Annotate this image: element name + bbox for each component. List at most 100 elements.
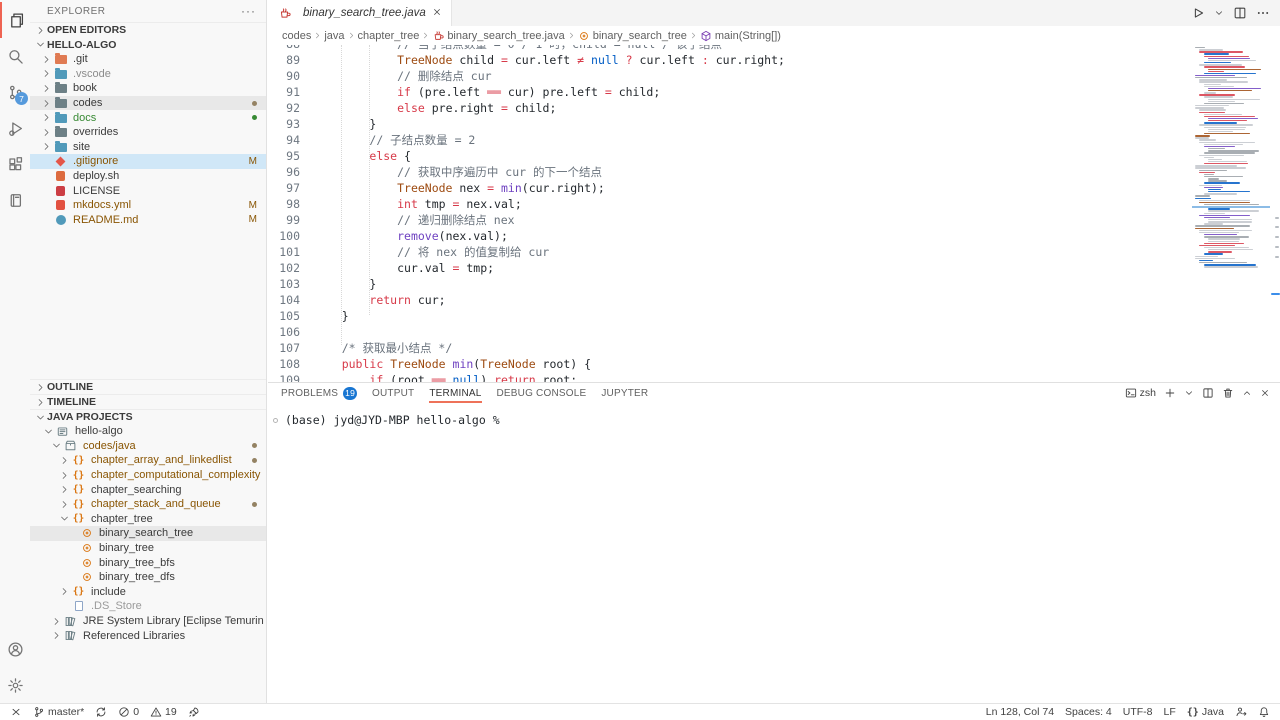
code-editor[interactable]: 88 // 当子结点数量 = 0 / 1 时，child = null / 该子… — [268, 45, 1280, 382]
split-terminal-button[interactable] — [1202, 387, 1214, 399]
panel-tab-problems[interactable]: PROBLEMS19 — [281, 383, 357, 403]
java-item-binary_tree_dfs[interactable]: binary_tree_dfs — [30, 570, 266, 585]
item-label: deploy.sh — [73, 170, 119, 182]
code-text: remove(nex.val); — [314, 228, 508, 244]
explorer-item-.gitignore[interactable]: .gitignoreM — [30, 154, 266, 169]
vscode-window: 7 EXPLORER ··· OPEN EDITORS HELLO-ALGO .… — [0, 0, 1280, 720]
breadcrumb-label: binary_search_tree.java — [447, 30, 564, 42]
code-line: 100 remove(nex.val); — [268, 228, 1180, 244]
tab-label: binary_search_tree.java — [303, 7, 426, 19]
terminal[interactable]: (base) jyd@JYD-MBP hello-algo % — [273, 413, 1280, 427]
java-item-chapter_array_and_linkedlist[interactable]: {}chapter_array_and_linkedlist — [30, 453, 266, 468]
java-item-codesjava[interactable]: codes/java — [30, 439, 266, 454]
encoding[interactable]: UTF-8 — [1123, 706, 1153, 718]
git-branch[interactable]: master* — [33, 706, 84, 718]
kill-terminal-button[interactable] — [1222, 387, 1234, 399]
breadcrumb-item-mainString[interactable]: main(String[]) — [700, 30, 781, 42]
java-launch[interactable] — [188, 706, 200, 718]
explorer-item-.git[interactable]: .git — [30, 52, 266, 67]
folder-icon — [53, 54, 68, 64]
warning-count[interactable]: 19 — [150, 706, 177, 718]
minimap-line — [1204, 127, 1247, 128]
panel-tab-debug-console[interactable]: DEBUG CONSOLE — [497, 383, 587, 403]
section-java-projects[interactable]: JAVA PROJECTS — [30, 409, 266, 424]
code-line: 105 } — [268, 308, 1180, 324]
chevron-down-icon[interactable] — [1214, 8, 1224, 18]
breadcrumb-label: codes — [282, 30, 311, 42]
activity-settings[interactable] — [0, 667, 30, 703]
notifications[interactable] — [1258, 706, 1270, 718]
java-item-chapter_tree[interactable]: {}chapter_tree — [30, 512, 266, 527]
indentation[interactable]: Spaces: 4 — [1065, 706, 1112, 718]
java-item-binary_tree_bfs[interactable]: binary_tree_bfs — [30, 555, 266, 570]
folder-icon — [53, 98, 68, 108]
breadcrumb-item-chapter_tree[interactable]: chapter_tree — [358, 30, 420, 42]
explorer-item-site[interactable]: site — [30, 140, 266, 155]
section-open-editors[interactable]: OPEN EDITORS — [30, 22, 266, 37]
explorer-item-codes[interactable]: codes — [30, 96, 266, 111]
minimap-line — [1199, 245, 1235, 246]
explorer-item-.vscode[interactable]: .vscode — [30, 67, 266, 82]
terminal-profile[interactable]: zsh — [1125, 387, 1156, 399]
breadcrumb-item-codes[interactable]: codes — [282, 30, 311, 42]
error-count[interactable]: 0 — [118, 706, 139, 718]
panel-tab-terminal[interactable]: TERMINAL — [429, 383, 481, 403]
more-actions-icon[interactable]: ··· — [241, 4, 256, 18]
open-editors-label: OPEN EDITORS — [47, 24, 126, 36]
activity-notebook[interactable] — [0, 182, 30, 218]
minimap[interactable] — [1192, 45, 1270, 382]
ellipsis-icon[interactable] — [1256, 6, 1270, 20]
eol[interactable]: LF — [1164, 706, 1176, 718]
explorer-item-docs[interactable]: docs — [30, 110, 266, 125]
panel-tab-output[interactable]: OUTPUT — [372, 383, 414, 403]
close-icon[interactable] — [432, 7, 442, 20]
activity-source-control[interactable]: 7 — [0, 74, 30, 110]
explorer-item-overrides[interactable]: overrides — [30, 125, 266, 140]
item-label: include — [91, 586, 126, 598]
java-item-JRESystemLibraryEclipseTemurin1717[interactable]: JRE System Library [Eclipse Temurin 17 [… — [30, 614, 266, 629]
activity-search[interactable] — [0, 38, 30, 74]
java-item-DS_Store[interactable]: .DS_Store — [30, 599, 266, 614]
language-mode[interactable]: {}Java — [1187, 706, 1224, 718]
section-root-folder[interactable]: HELLO-ALGO — [30, 37, 266, 52]
new-terminal-button[interactable] — [1164, 387, 1176, 399]
minimap-line — [1195, 256, 1218, 257]
cursor-position[interactable]: Ln 128, Col 74 — [986, 706, 1054, 718]
java-item-ReferencedLibraries[interactable]: Referenced Libraries — [30, 628, 266, 643]
close-panel-button[interactable] — [1260, 388, 1270, 398]
panel-tab-jupyter[interactable]: JUPYTER — [601, 383, 648, 403]
section-outline[interactable]: OUTLINE — [30, 379, 266, 394]
split-icon[interactable] — [1233, 6, 1247, 20]
breadcrumb-item-binary_search_tree[interactable]: binary_search_tree — [578, 30, 687, 42]
feedback[interactable] — [1235, 706, 1247, 718]
explorer-item-README.md[interactable]: README.mdM — [30, 213, 266, 228]
breadcrumb-item-java[interactable]: java — [324, 30, 344, 42]
breadcrumb-item-binary_search_tree.java[interactable]: binary_search_tree.java — [432, 30, 564, 42]
java-item-chapter_computational_complexity[interactable]: {}chapter_computational_complexity — [30, 468, 266, 483]
sync-changes[interactable] — [95, 706, 107, 718]
explorer-item-deploy.sh[interactable]: deploy.sh — [30, 169, 266, 184]
maximize-panel-button[interactable] — [1242, 388, 1252, 398]
line-number: 92 — [268, 100, 314, 116]
launch-profile-dropdown[interactable] — [1184, 388, 1194, 398]
section-timeline[interactable]: TIMELINE — [30, 394, 266, 409]
play-icon[interactable] — [1191, 6, 1205, 20]
explorer-item-LICENSE[interactable]: LICENSE — [30, 183, 266, 198]
activity-extensions[interactable] — [0, 146, 30, 182]
activity-run-debug[interactable] — [0, 110, 30, 146]
activity-account[interactable] — [0, 631, 30, 667]
java-item-binary_tree[interactable]: binary_tree — [30, 541, 266, 556]
java-item-chapter_searching[interactable]: {}chapter_searching — [30, 482, 266, 497]
braces-icon: {} — [1187, 707, 1199, 718]
java-item-hello-algo[interactable]: hello-algo — [30, 424, 266, 439]
java-item-binary_search_tree[interactable]: binary_search_tree — [30, 526, 266, 541]
remote-indicator[interactable] — [10, 706, 22, 718]
item-label: chapter_searching — [91, 484, 182, 496]
activity-explorer[interactable] — [0, 2, 30, 38]
explorer-item-book[interactable]: book — [30, 81, 266, 96]
java-item-include[interactable]: {}include — [30, 585, 266, 600]
java-item-chapter_stack_and_queue[interactable]: {}chapter_stack_and_queue — [30, 497, 266, 512]
sync-icon — [95, 706, 107, 718]
explorer-item-mkdocs.yml[interactable]: mkdocs.ymlM — [30, 198, 266, 213]
tab-binary-search-tree[interactable]: binary_search_tree.java — [268, 0, 452, 26]
